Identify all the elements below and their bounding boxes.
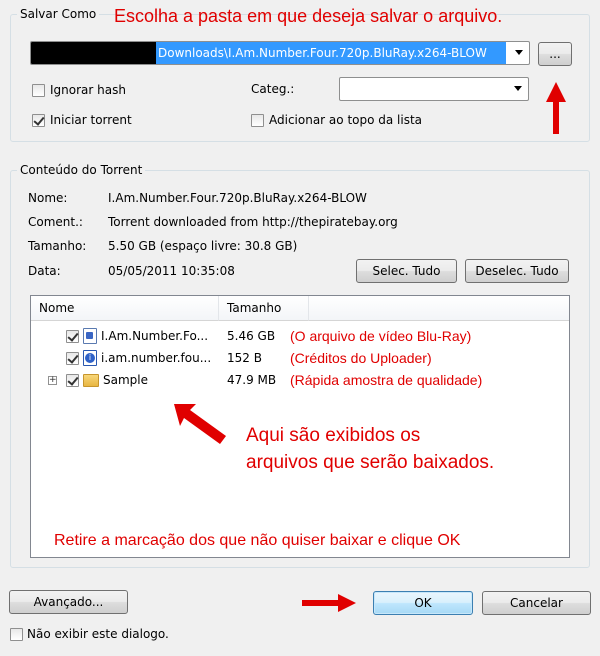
start-torrent-checkbox[interactable] [32, 114, 45, 127]
file-name: i.am.number.fou... [101, 351, 212, 365]
folder-name: Sample [103, 373, 148, 387]
size-label: Tamanho: [28, 239, 87, 253]
category-combo[interactable] [339, 77, 529, 101]
annotation-middle-line1: Aqui são exibidos os [246, 425, 421, 446]
ignore-hash-label: Ignorar hash [50, 83, 126, 97]
save-path-combo[interactable]: Downloads\I.Am.Number.Four.720p.BluRay.x… [30, 41, 530, 65]
file-size: 152 B [227, 351, 262, 365]
deselect-all-button[interactable]: Deselec. Tudo [465, 259, 569, 283]
chevron-down-icon[interactable] [515, 50, 523, 55]
ignore-hash-checkbox[interactable] [32, 84, 45, 97]
name-value: I.Am.Number.Four.720p.BluRay.x264-BLOW [108, 191, 367, 205]
comment-label: Coment.: [28, 215, 83, 229]
annotation-top: Escolha a pasta em que deseja salvar o a… [114, 6, 503, 26]
name-label: Nome: [28, 191, 68, 205]
ok-button[interactable]: OK [373, 591, 473, 615]
annotation-row-3: (Rápida amostra de qualidade) [290, 372, 483, 388]
arrow-diagonal-annotation-icon [174, 404, 226, 444]
arrow-right-annotation-icon [302, 594, 356, 612]
advanced-button[interactable]: Avançado... [9, 590, 128, 614]
annotation-bottom: Retire a marcação dos que não quiser bai… [54, 532, 461, 549]
file-checkbox[interactable] [66, 352, 79, 365]
select-all-button[interactable]: Selec. Tudo [356, 259, 457, 283]
start-torrent-label: Iniciar torrent [50, 113, 132, 127]
info-file-icon: i [83, 350, 97, 366]
folder-checkbox[interactable] [66, 374, 79, 387]
folder-icon [83, 374, 99, 387]
add-to-top-checkbox[interactable] [251, 114, 264, 127]
torrent-content-legend: Conteúdo do Torrent [17, 163, 146, 177]
annotation-row-2: (Créditos do Uploader) [290, 350, 432, 366]
arrow-up-annotation-icon [546, 82, 566, 134]
save-as-legend: Salvar Como [17, 7, 100, 21]
dont-show-label: Não exibir este dialogo. [27, 627, 169, 641]
annotation-middle-line2: arquivos que serão baixados. [246, 452, 495, 473]
column-header-filler [309, 296, 569, 321]
chevron-down-icon[interactable] [514, 86, 522, 91]
column-header-name[interactable]: Nome [31, 296, 219, 321]
category-label: Categ.: [251, 82, 295, 96]
date-label: Data: [28, 264, 61, 278]
file-size: 5.46 GB [227, 329, 276, 343]
save-path-value: Downloads\I.Am.Number.Four.720p.BluRay.x… [156, 42, 506, 64]
path-redacted-block [31, 42, 156, 64]
annotation-row-1: (O arquivo de vídeo Blu-Ray) [290, 328, 472, 344]
browse-folder-button[interactable]: ... [538, 42, 572, 66]
cancel-button[interactable]: Cancelar [482, 591, 591, 615]
column-header-size[interactable]: Tamanho [219, 296, 309, 321]
add-to-top-label: Adicionar ao topo da lista [269, 113, 423, 127]
video-file-icon [83, 328, 97, 344]
folder-size: 47.9 MB [227, 373, 277, 387]
expand-icon[interactable]: + [48, 376, 57, 385]
dont-show-checkbox[interactable] [10, 628, 23, 641]
size-value: 5.50 GB (espaço livre: 30.8 GB) [108, 239, 298, 253]
file-checkbox[interactable] [66, 330, 79, 343]
comment-value: Torrent downloaded from http://thepirate… [108, 215, 398, 229]
file-name: I.Am.Number.Fo... [101, 329, 209, 343]
date-value: 05/05/2011 10:35:08 [108, 264, 235, 278]
